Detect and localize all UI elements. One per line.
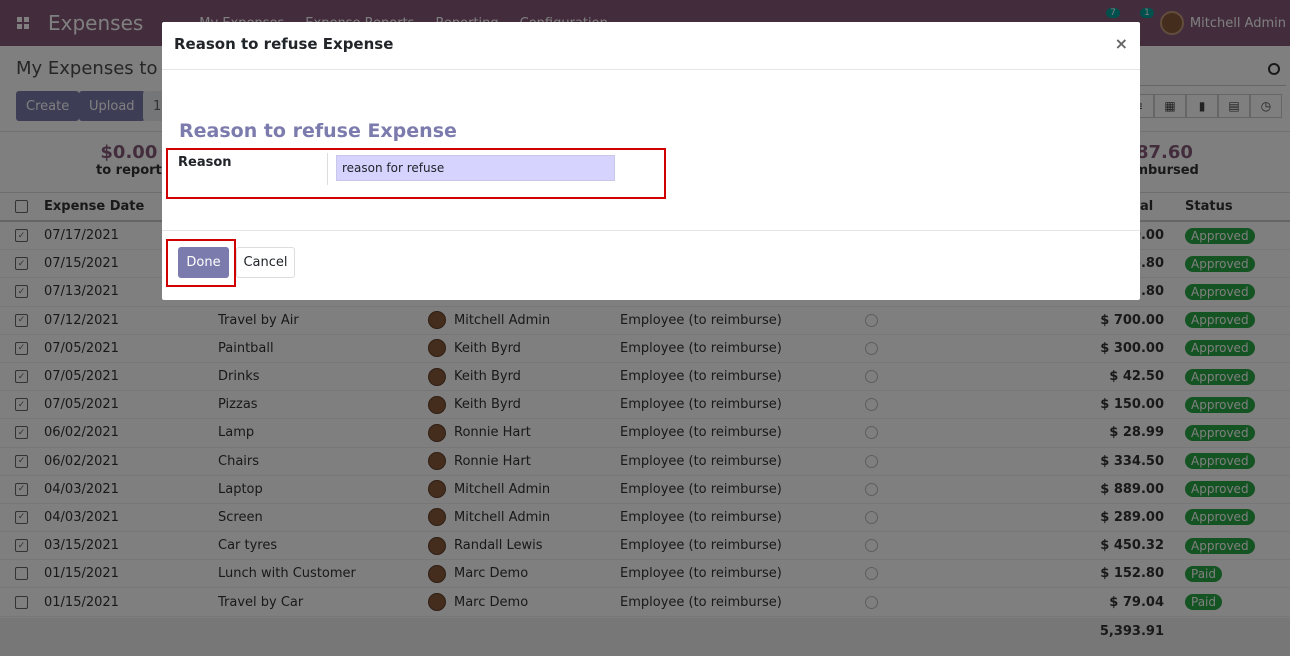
reason-highlight-box (166, 148, 666, 199)
dialog-title: Reason to refuse Expense (174, 35, 394, 53)
cancel-button[interactable]: Cancel (236, 247, 295, 278)
refuse-expense-dialog: Reason to refuse Expense × Reason to ref… (162, 22, 1140, 300)
dialog-header: Reason to refuse Expense × (162, 22, 1140, 70)
dialog-footer: Done Cancel (162, 230, 1140, 300)
form-title: Reason to refuse Expense (179, 120, 457, 142)
close-icon[interactable]: × (1115, 34, 1128, 53)
done-highlight-box (166, 239, 236, 287)
